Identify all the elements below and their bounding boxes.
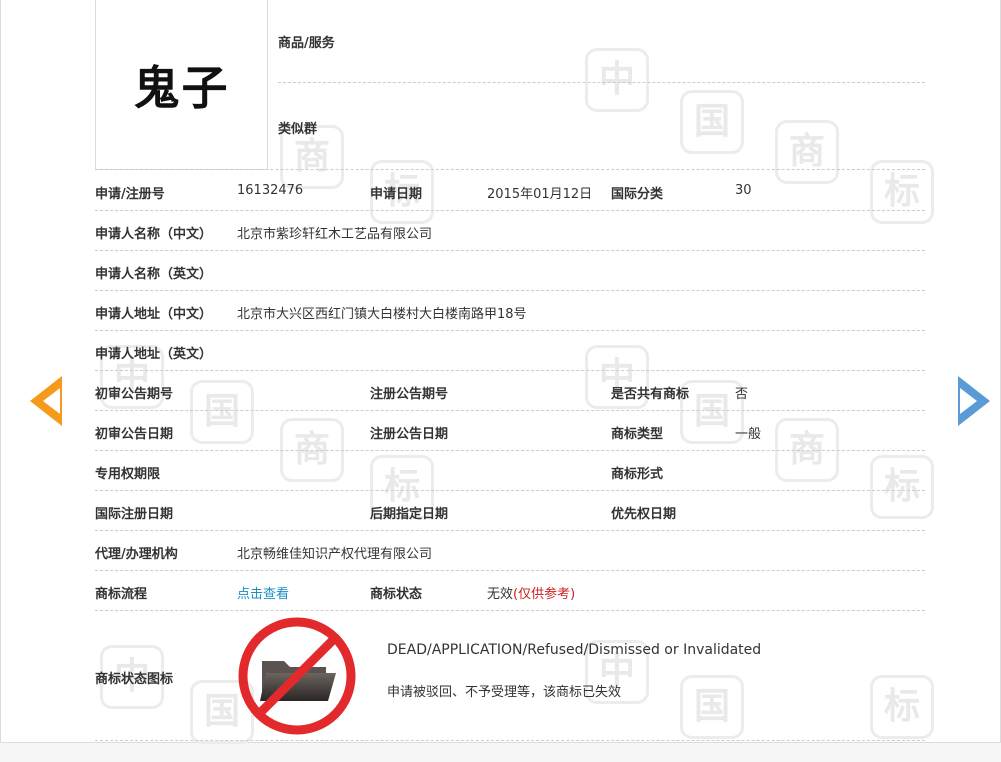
priority-date-label: 优先权日期 [611,507,677,522]
divider [95,169,925,170]
divider [95,210,925,211]
folder-prohibited-icon [238,617,356,735]
applicant-cn-value: 北京市紫珍轩红木工艺品有限公司 [237,227,433,242]
status-icon-label: 商标状态图标 [95,672,174,687]
address-cn-value: 北京市大兴区西红门镇大白楼村大白楼南路甲18号 [237,307,527,322]
tm-type-value: 一般 [735,427,762,442]
process-view-link[interactable]: 点击查看 [237,583,289,602]
divider [95,740,925,741]
address-en-label: 申请人地址（英文） [95,347,213,362]
next-chevron-right-icon[interactable] [958,376,990,426]
divider [95,570,925,571]
status-value-group: 无效(仅供参考) [487,583,575,602]
intl-class-value: 30 [735,183,752,198]
trademark-detail: 鬼子 商品/服务 类似群 申请/注册号 16132476 申请日期 2015年0… [0,0,1001,762]
divider [95,250,925,251]
similar-group-label: 类似群 [278,122,318,137]
divider [95,450,925,451]
divider [95,410,925,411]
reg-pub-no-label: 注册公告期号 [370,387,449,402]
app-date-label: 申请日期 [370,187,423,202]
exclusive-period-label: 专用权期限 [95,467,161,482]
reg-pub-date-label: 注册公告日期 [370,427,449,442]
status-description-cn: 申请被驳回、不予受理等，该商标已失效 [387,685,622,700]
applicant-en-label: 申请人名称（英文） [95,267,213,282]
app-date-value: 2015年01月12日 [487,187,593,202]
divider [95,370,925,371]
divider [95,330,925,331]
prelim-pub-no-label: 初审公告期号 [95,387,174,402]
trademark-image: 鬼子 [95,0,268,170]
divider [278,82,925,83]
shared-value: 否 [735,387,749,402]
divider [95,610,925,611]
intl-reg-date-label: 国际注册日期 [95,507,174,522]
applicant-cn-label: 申请人名称（中文） [95,227,213,242]
intl-class-label: 国际分类 [611,187,664,202]
goods-services-label: 商品/服务 [278,36,335,51]
process-label: 商标流程 [95,587,148,602]
status-reference-note: (仅供参考) [513,587,576,602]
trademark-name: 鬼子 [133,60,230,115]
address-cn-label: 申请人地址（中文） [95,307,213,322]
status-description-en: DEAD/APPLICATION/Refused/Dismissed or In… [387,642,762,658]
agent-value: 北京畅维佳知识产权代理有限公司 [237,547,433,562]
later-designation-label: 后期指定日期 [370,507,449,522]
status-value: 无效 [487,587,514,602]
divider [95,490,925,491]
shared-label: 是否共有商标 [611,387,690,402]
status-label: 商标状态 [370,587,423,602]
divider [95,290,925,291]
prev-chevron-left-icon[interactable] [30,376,62,426]
agent-label: 代理/办理机构 [95,547,178,562]
tm-form-label: 商标形式 [611,467,664,482]
tm-type-label: 商标类型 [611,427,664,442]
divider [95,530,925,531]
reg-no-value: 16132476 [237,183,304,198]
prelim-pub-date-label: 初审公告日期 [95,427,174,442]
reg-no-label: 申请/注册号 [95,187,165,202]
